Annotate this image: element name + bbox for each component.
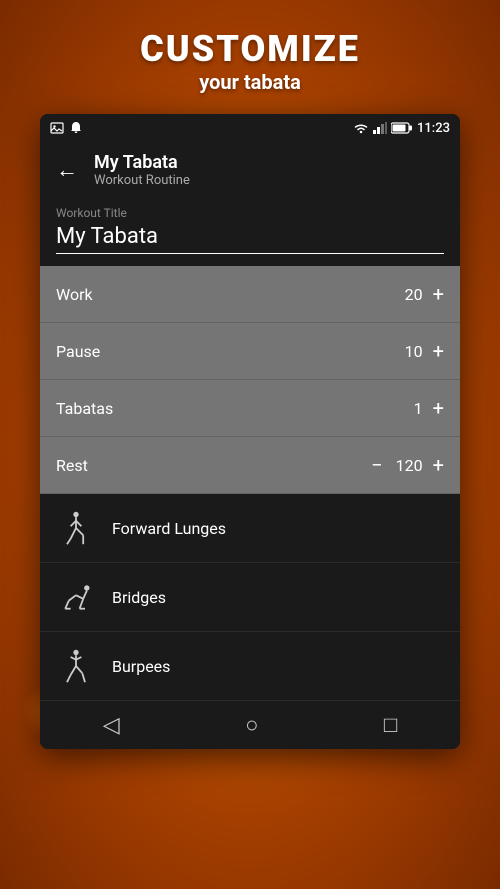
- rest-plus-button[interactable]: +: [433, 453, 444, 477]
- nav-home-button[interactable]: ○: [245, 712, 258, 738]
- pause-controls: 10 +: [393, 339, 444, 363]
- exercise-name-lunges: Forward Lunges: [112, 519, 226, 538]
- exercise-row-bridges[interactable]: Bridges: [40, 563, 460, 632]
- setting-row-rest: Rest − 120 +: [40, 437, 460, 494]
- input-label: Workout Title: [56, 206, 444, 220]
- exercise-name-burpees: Burpees: [112, 657, 170, 676]
- exercise-name-bridges: Bridges: [112, 588, 166, 607]
- exercise-row-burpees[interactable]: Burpees: [40, 632, 460, 701]
- app-bar-subtitle: Workout Routine: [94, 173, 190, 188]
- back-button[interactable]: ←: [56, 157, 78, 183]
- burpees-icon: [56, 646, 96, 686]
- battery-icon: [391, 122, 413, 134]
- setting-row-pause: Pause 10 +: [40, 323, 460, 380]
- rest-controls: − 120 +: [371, 453, 444, 477]
- rest-label: Rest: [56, 456, 88, 475]
- work-value: 20: [393, 285, 423, 304]
- app-bar-title: My Tabata: [94, 152, 190, 173]
- settings-section: Work 20 + Pause 10 + Tabatas 1 + Rest −: [40, 266, 460, 494]
- tabatas-controls: 1 +: [393, 396, 444, 420]
- app-bar-titles: My Tabata Workout Routine: [94, 152, 190, 188]
- tabatas-value: 1: [393, 399, 423, 418]
- work-plus-button[interactable]: +: [433, 282, 444, 306]
- notification-icon: [70, 121, 82, 135]
- signal-icon: [373, 122, 387, 134]
- nav-bar: ◁ ○ □: [40, 701, 460, 749]
- setting-row-work: Work 20 +: [40, 266, 460, 323]
- status-left: [50, 121, 82, 135]
- pause-label: Pause: [56, 342, 100, 361]
- image-icon: [50, 122, 64, 134]
- tabatas-plus-button[interactable]: +: [433, 396, 444, 420]
- exercise-row-lunges[interactable]: Forward Lunges: [40, 494, 460, 563]
- status-time: 11:23: [417, 121, 450, 136]
- tabatas-label: Tabatas: [56, 399, 113, 418]
- exercise-list: Forward Lunges Bridges: [40, 494, 460, 701]
- nav-recents-button[interactable]: □: [384, 712, 397, 738]
- input-section: Workout Title My Tabata: [40, 198, 460, 266]
- status-bar: 11:23: [40, 114, 460, 142]
- rest-minus-button[interactable]: −: [371, 453, 382, 477]
- header-section: CUSTOMIZE your tabata: [0, 0, 500, 114]
- app-bar: ← My Tabata Workout Routine: [40, 142, 460, 198]
- phone-screen: 11:23 ← My Tabata Workout Routine Workou…: [40, 114, 460, 749]
- wifi-icon: [353, 122, 369, 134]
- customize-subtitle: your tabata: [0, 70, 500, 94]
- pause-value: 10: [393, 342, 423, 361]
- work-controls: 20 +: [393, 282, 444, 306]
- work-label: Work: [56, 285, 93, 304]
- status-right: 11:23: [353, 121, 450, 136]
- lunges-icon: [56, 508, 96, 548]
- rest-value: 120: [393, 456, 423, 475]
- nav-back-button[interactable]: ◁: [103, 713, 120, 738]
- bridges-icon: [56, 577, 96, 617]
- workout-title-input[interactable]: My Tabata: [56, 224, 444, 254]
- customize-title: CUSTOMIZE: [0, 28, 500, 70]
- setting-row-tabatas: Tabatas 1 +: [40, 380, 460, 437]
- pause-plus-button[interactable]: +: [433, 339, 444, 363]
